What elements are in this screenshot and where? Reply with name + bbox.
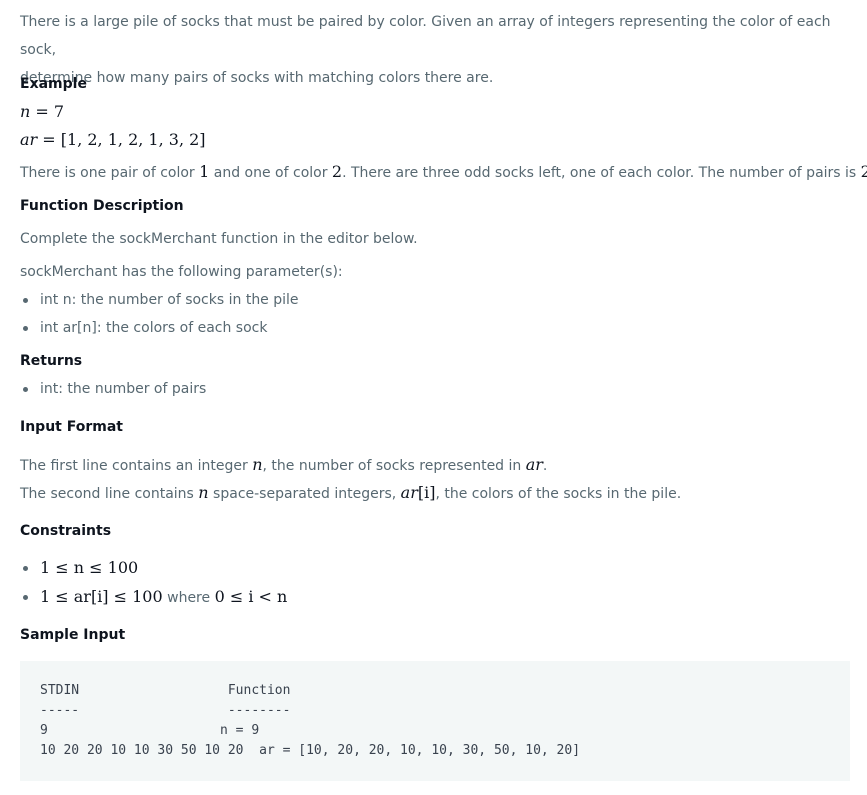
- param-item: int n: the number of socks in the pile: [23, 286, 299, 314]
- math-var-n: n: [20, 102, 31, 121]
- input-line1-text-a: The first line contains an integer: [20, 458, 253, 474]
- math-var-ar: ar: [20, 130, 38, 149]
- explain-pairs-count: 2: [860, 162, 867, 181]
- math-var-ar: ar: [400, 483, 418, 502]
- sample-input-code-block: STDIN Function ----- -------- 9 n = 9 10…: [20, 661, 850, 781]
- constraints-list: 1 ≤ n ≤ 100 1 ≤ ar[i] ≤ 100 where 0 ≤ i …: [20, 554, 287, 612]
- math-index-i: [i]: [417, 483, 436, 502]
- example-explanation: There is one pair of color 1 and one of …: [20, 158, 867, 187]
- math-ar-value: = [1, 2, 1, 2, 1, 3, 2]: [37, 130, 206, 149]
- constraint-where-text: where: [162, 590, 215, 606]
- constraint-item: 1 ≤ n ≤ 100: [22, 554, 287, 583]
- math-var-n: n: [198, 483, 209, 502]
- intro-paragraph: There is a large pile of socks that must…: [20, 8, 850, 92]
- input-format-line-1: The first line contains an integer n, th…: [20, 451, 547, 480]
- intro-line-2: determine how many pairs of socks with m…: [20, 70, 494, 86]
- constraint-ar-range: 1 ≤ ar[i] ≤ 100: [40, 587, 163, 606]
- constraint-n-range: 1 ≤ n ≤ 100: [40, 558, 139, 577]
- input-line1-text-b: , the number of socks represented in: [262, 458, 526, 474]
- function-params-intro: sockMerchant has the following parameter…: [20, 264, 343, 280]
- math-n-value: = 7: [30, 102, 65, 121]
- explain-text-a: There is one pair of color: [20, 165, 200, 181]
- explain-color-2: 2: [331, 162, 343, 181]
- returns-heading: Returns: [20, 353, 83, 369]
- constraint-item: 1 ≤ ar[i] ≤ 100 where 0 ≤ i < n: [22, 583, 288, 612]
- example-heading: Example: [20, 76, 87, 92]
- input-format-heading: Input Format: [20, 419, 123, 435]
- returns-list: int: the number of pairs: [20, 375, 206, 403]
- intro-line-1: There is a large pile of socks that must…: [20, 14, 831, 58]
- function-description-text: Complete the sockMerchant function in th…: [20, 231, 418, 247]
- returns-item: int: the number of pairs: [22, 375, 206, 403]
- explain-text-c: . There are three odd socks left, one of…: [342, 165, 861, 181]
- explain-text-b: and one of color: [209, 165, 332, 181]
- input-line2-text-b: space-separated integers,: [208, 486, 401, 502]
- sample-input-heading: Sample Input: [20, 627, 126, 643]
- example-n: n = 7: [20, 98, 64, 126]
- param-list: int n: the number of socks in the pile i…: [20, 286, 299, 342]
- input-line2-text-a: The second line contains: [20, 486, 199, 502]
- input-line1-text-c: .: [542, 458, 548, 474]
- function-description-heading: Function Description: [20, 198, 184, 214]
- param-item: int ar[n]: the colors of each sock: [23, 314, 299, 342]
- input-format-line-2: The second line contains n space-separat…: [20, 479, 681, 508]
- math-var-n: n: [252, 455, 263, 474]
- example-ar: ar = [1, 2, 1, 2, 1, 3, 2]: [20, 126, 206, 154]
- input-line2-text-c: , the colors of the socks in the pile.: [435, 486, 682, 502]
- explain-color-1: 1: [199, 162, 210, 181]
- constraint-i-range: 0 ≤ i < n: [214, 587, 288, 606]
- math-var-ar: ar: [525, 455, 543, 474]
- constraints-heading: Constraints: [20, 523, 112, 539]
